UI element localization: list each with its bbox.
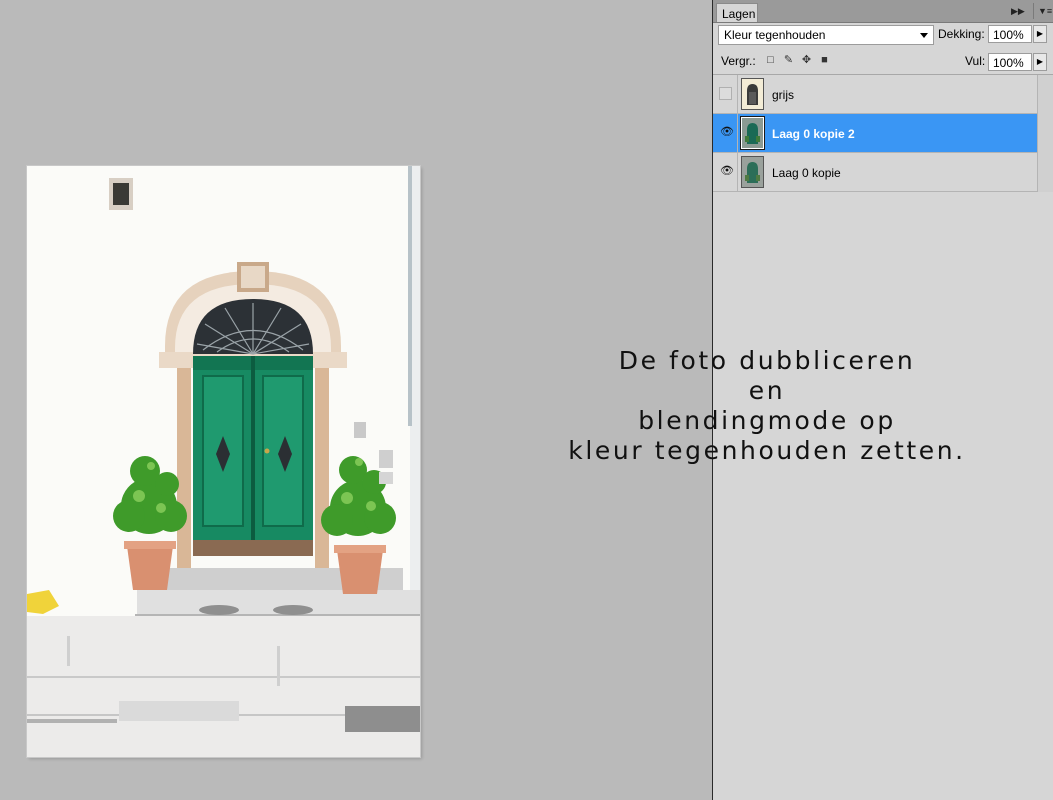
eye-icon: 👁 — [720, 165, 734, 177]
panel-menu-icon[interactable]: ▼≡ — [1033, 3, 1052, 19]
double-chevron-right-icon[interactable]: ▶▶ — [1011, 3, 1025, 19]
caption-line: blendingmode op — [638, 406, 896, 435]
opacity-field[interactable]: 100% — [988, 25, 1032, 43]
caption-line: en — [748, 376, 786, 405]
opacity-slider-button[interactable]: ▶ — [1033, 25, 1047, 43]
lock-label: Vergr.: — [721, 54, 756, 68]
chevron-down-icon — [920, 33, 928, 38]
photo-door-image — [27, 166, 420, 757]
fill-field[interactable]: 100% — [988, 53, 1032, 71]
layer-name: grijs — [772, 88, 795, 102]
panel-tabbar: Lagen ▶▶ ▼≡ — [713, 0, 1053, 23]
layer-row-laag-0-kopie[interactable]: 👁 Laag 0 kopie — [713, 153, 1037, 192]
layer-thumbnail — [740, 116, 765, 150]
layer-row-grijs[interactable]: grijs — [713, 75, 1037, 114]
lock-transparent-icon[interactable]: □ — [765, 55, 776, 66]
lock-move-icon[interactable]: ✥ — [801, 55, 812, 66]
instruction-caption: De foto dubbliceren en blendingmode op k… — [548, 346, 986, 466]
layer-thumbnail — [741, 78, 764, 110]
visibility-toggle[interactable]: 👁 — [713, 114, 738, 152]
layers-scrollbar[interactable] — [1037, 75, 1053, 192]
caption-line: De foto dubbliceren — [618, 346, 916, 375]
lock-all-icon[interactable]: ■ — [819, 55, 830, 66]
caption-line: kleur tegenhouden zetten. — [568, 436, 966, 465]
lock-paint-icon[interactable]: ✎ — [783, 55, 794, 66]
layer-name: Laag 0 kopie — [772, 166, 841, 180]
layer-row-laag-0-kopie-2[interactable]: 👁 Laag 0 kopie 2 — [713, 114, 1037, 153]
fill-slider-button[interactable]: ▶ — [1033, 53, 1047, 71]
fill-label: Vul: — [965, 54, 986, 68]
blend-mode-value: Kleur tegenhouden — [724, 28, 826, 42]
visibility-off-icon — [719, 87, 732, 100]
blend-mode-select[interactable]: Kleur tegenhouden — [718, 25, 934, 45]
layer-thumbnail — [741, 156, 764, 188]
eye-icon: 👁 — [720, 126, 734, 138]
visibility-toggle[interactable]: 👁 — [713, 153, 738, 191]
visibility-toggle[interactable] — [713, 75, 738, 113]
layer-name: Laag 0 kopie 2 — [772, 127, 855, 141]
opacity-label: Dekking: — [938, 27, 985, 41]
tab-lagen[interactable]: Lagen — [716, 3, 758, 22]
